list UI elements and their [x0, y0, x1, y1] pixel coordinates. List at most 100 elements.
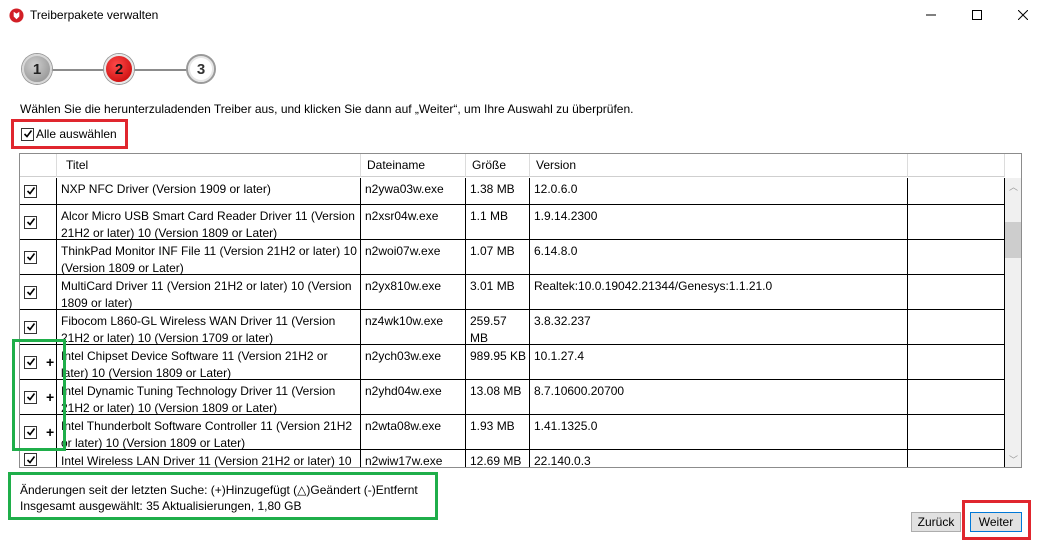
header-filename[interactable]: Dateiname: [361, 154, 466, 177]
checkbox-checked-icon[interactable]: [24, 320, 37, 334]
close-button[interactable]: [1000, 0, 1044, 30]
cell-size: 1.1 MB: [466, 205, 530, 239]
select-all-label: Alle auswählen: [36, 127, 117, 141]
scroll-thumb[interactable]: [1005, 222, 1021, 258]
table-row[interactable]: + Intel Chipset Device Software 11 (Versi…: [20, 345, 1005, 380]
cell-file: n2xsr04w.exe: [361, 205, 466, 239]
checkbox-checked-icon[interactable]: [21, 127, 34, 141]
checkbox-checked-icon[interactable]: [24, 453, 37, 466]
minimize-icon: [926, 14, 936, 16]
cell-title: Intel Chipset Device Software 11 (Versio…: [57, 345, 361, 379]
cell-size: 989.95 KB: [466, 345, 530, 379]
step-connector: [50, 69, 106, 71]
cell-title: Intel Dynamic Tuning Technology Driver 1…: [57, 380, 361, 414]
cell-size: 13.08 MB: [466, 380, 530, 414]
cell-size: 1.38 MB: [466, 178, 530, 204]
cell-version: 6.14.8.0: [530, 240, 908, 274]
vertical-scrollbar[interactable]: ︿ ﹀: [1005, 178, 1021, 467]
row-select-cell: [20, 178, 57, 204]
cell-empty: [908, 310, 1005, 344]
cell-version: 1.9.14.2300: [530, 205, 908, 239]
cell-version: 1.41.1325.0: [530, 415, 908, 449]
cell-file: nz4wk10w.exe: [361, 310, 466, 344]
window-title: Treiberpakete verwalten: [30, 8, 159, 22]
header-title[interactable]: Titel: [57, 154, 361, 177]
cell-version: 10.1.27.4: [530, 345, 908, 379]
table-row[interactable]: Alcor Micro USB Smart Card Reader Driver…: [20, 205, 1005, 240]
cell-file: n2yhd04w.exe: [361, 380, 466, 414]
instruction-text: Wählen Sie die herunterzuladenden Treibe…: [20, 102, 634, 116]
cell-empty: [908, 415, 1005, 449]
step-1: 1: [22, 54, 52, 84]
changes-legend: Änderungen seit der letzten Suche: (+)Hi…: [20, 483, 418, 497]
cell-version: 8.7.10600.20700: [530, 380, 908, 414]
header-extra: [908, 154, 1005, 177]
select-all-checkbox[interactable]: Alle auswählen: [21, 127, 117, 141]
cell-empty: [908, 275, 1005, 309]
cell-size: 1.93 MB: [466, 415, 530, 449]
cell-size: 259.57 MB: [466, 310, 530, 344]
row-select-cell: [20, 240, 57, 274]
cell-title: ThinkPad Monitor INF File 11 (Version 21…: [57, 240, 361, 274]
cell-empty: [908, 205, 1005, 239]
step-2-current: 2: [104, 54, 134, 84]
cell-title: NXP NFC Driver (Version 1909 or later): [57, 178, 361, 204]
cell-file: n2woi07w.exe: [361, 240, 466, 274]
lenovo-shield-icon: [9, 8, 24, 23]
checkbox-checked-icon[interactable]: [24, 285, 37, 299]
table-row[interactable]: NXP NFC Driver (Version 1909 or later) n2…: [20, 178, 1005, 205]
cell-title: Alcor Micro USB Smart Card Reader Driver…: [57, 205, 361, 239]
header-select[interactable]: [20, 154, 57, 177]
cell-size: 3.01 MB: [466, 275, 530, 309]
header-size[interactable]: Größe: [466, 154, 530, 177]
minimize-button[interactable]: [908, 0, 954, 30]
maximize-button[interactable]: [954, 0, 1000, 30]
checkbox-checked-icon[interactable]: [24, 250, 37, 264]
step-connector: [132, 69, 188, 71]
row-select-cell: [20, 205, 57, 239]
wizard-stepper: 1 2 3: [22, 54, 218, 86]
cell-version: Realtek:10.0.19042.21344/Genesys:1.1.21.…: [530, 275, 908, 309]
cell-size: 12.69 MB: [466, 450, 530, 467]
driver-table: Titel Dateiname Größe Version NXP NFC Dr…: [19, 153, 1022, 468]
cell-file: n2wta08w.exe: [361, 415, 466, 449]
cell-empty: [908, 345, 1005, 379]
next-button[interactable]: Weiter: [970, 512, 1022, 532]
cell-size: 1.07 MB: [466, 240, 530, 274]
table-row[interactable]: + Intel Dynamic Tuning Technology Driver …: [20, 380, 1005, 415]
table-body: NXP NFC Driver (Version 1909 or later) n2…: [20, 178, 1005, 467]
cell-title: MultiCard Driver 11 (Version 21H2 or lat…: [57, 275, 361, 309]
header-version[interactable]: Version: [530, 154, 908, 177]
table-header: Titel Dateiname Größe Version: [20, 154, 1005, 177]
cell-version: 12.0.6.0: [530, 178, 908, 204]
cell-title: Intel Thunderbolt Software Controller 11…: [57, 415, 361, 449]
table-row[interactable]: MultiCard Driver 11 (Version 21H2 or lat…: [20, 275, 1005, 310]
title-bar: Treiberpakete verwalten: [0, 0, 1044, 30]
table-row[interactable]: Fibocom L860-GL Wireless WAN Driver 11 (…: [20, 310, 1005, 345]
close-icon: [1018, 10, 1028, 20]
checkbox-checked-icon[interactable]: [24, 184, 37, 198]
table-row[interactable]: + Intel Thunderbolt Software Controller 1…: [20, 415, 1005, 450]
cell-file: n2wiw17w.exe: [361, 450, 466, 467]
table-row[interactable]: ThinkPad Monitor INF File 11 (Version 21…: [20, 240, 1005, 275]
table-row[interactable]: Intel Wireless LAN Driver 11 (Version 21…: [20, 450, 1005, 467]
back-button[interactable]: Zurück: [911, 512, 961, 532]
cell-file: n2ych03w.exe: [361, 345, 466, 379]
cell-empty: [908, 240, 1005, 274]
cell-file: n2yx810w.exe: [361, 275, 466, 309]
selection-summary: Insgesamt ausgewählt: 35 Aktualisierunge…: [20, 499, 302, 513]
scroll-down-icon[interactable]: ﹀: [1005, 451, 1021, 467]
row-select-cell: [20, 275, 57, 309]
checkbox-checked-icon[interactable]: [24, 215, 37, 229]
row-select-cell: [20, 450, 57, 467]
cell-empty: [908, 178, 1005, 204]
step-3: 3: [186, 54, 216, 84]
cell-empty: [908, 450, 1005, 467]
cell-version: 3.8.32.237: [530, 310, 908, 344]
cell-title: Fibocom L860-GL Wireless WAN Driver 11 (…: [57, 310, 361, 344]
scroll-up-icon[interactable]: ︿: [1005, 178, 1021, 195]
cell-empty: [908, 380, 1005, 414]
cell-version: 22.140.0.3: [530, 450, 908, 467]
cell-file: n2ywa03w.exe: [361, 178, 466, 204]
maximize-icon: [972, 10, 982, 20]
